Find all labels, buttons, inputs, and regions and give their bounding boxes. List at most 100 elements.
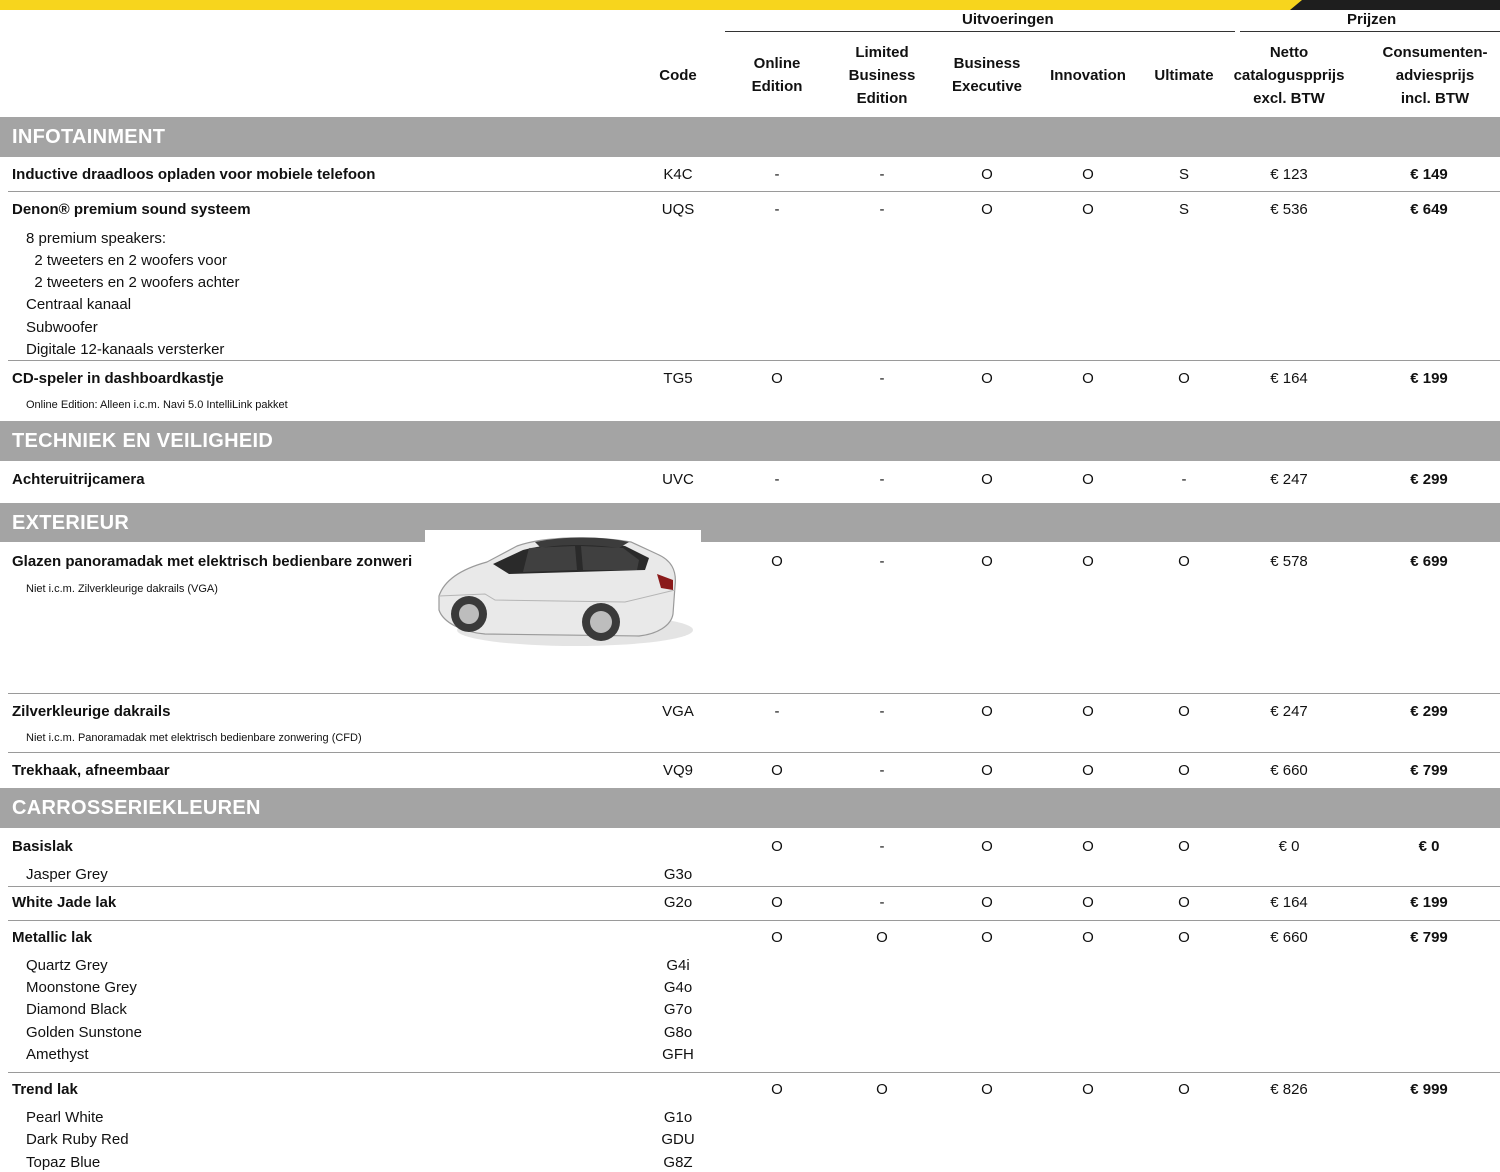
- availability-ultimate: S: [1178, 201, 1190, 218]
- availability-business-executive: O: [981, 370, 993, 387]
- consumer-price: € 199: [1410, 370, 1448, 387]
- net-price: € 660: [1270, 762, 1308, 779]
- option-note: Niet i.c.m. Panoramadak met elektrisch b…: [26, 732, 362, 744]
- option-name: CD-speler in dashboardkastje: [12, 370, 224, 387]
- availability-innovation: O: [1082, 929, 1094, 946]
- net-price: € 0: [1278, 838, 1300, 855]
- availability-online-edition: O: [771, 370, 783, 387]
- option-detail: 2 tweeters en 2 woofers voor: [26, 252, 227, 269]
- option-code: UQS: [661, 201, 695, 218]
- availability-online-edition: O: [771, 838, 783, 855]
- suv-with-panoramic-roof-illustration: [438, 537, 693, 646]
- net-price: € 247: [1270, 703, 1308, 720]
- color-code: G1o: [663, 1109, 693, 1126]
- col-header-limited-business-edition: Limited Business Edition: [848, 44, 916, 107]
- row-divider: [8, 693, 1500, 694]
- section-title: INFOTAINMENT: [12, 126, 166, 148]
- row-divider: [8, 752, 1500, 753]
- color-code: G8Z: [663, 1154, 693, 1171]
- availability-limited-business-edition: -: [879, 166, 885, 183]
- color-code: G4o: [663, 979, 693, 996]
- group-line-versions: [725, 31, 1235, 32]
- net-price: € 164: [1270, 894, 1308, 911]
- option-name: White Jade lak: [12, 894, 117, 911]
- availability-online-edition: O: [771, 1081, 783, 1098]
- net-price: € 826: [1270, 1081, 1308, 1098]
- option-code: VQ9: [662, 762, 694, 779]
- net-price: € 660: [1270, 929, 1308, 946]
- availability-limited-business-edition: -: [879, 471, 885, 488]
- availability-ultimate: O: [1178, 553, 1190, 570]
- availability-ultimate: O: [1178, 762, 1190, 779]
- color-name: Golden Sunstone: [26, 1024, 142, 1041]
- row-divider: [8, 886, 1500, 887]
- option-detail: Subwoofer: [26, 319, 98, 336]
- availability-limited-business-edition: -: [879, 370, 885, 387]
- row-divider: [8, 1072, 1500, 1073]
- availability-limited-business-edition: -: [879, 553, 885, 570]
- availability-innovation: O: [1082, 703, 1094, 720]
- availability-online-edition: -: [774, 471, 780, 488]
- availability-innovation: O: [1082, 471, 1094, 488]
- availability-ultimate: S: [1178, 166, 1190, 183]
- group-header-versions: Uitvoeringen: [962, 11, 1054, 28]
- consumer-price: € 799: [1410, 762, 1448, 779]
- availability-limited-business-edition: O: [876, 929, 888, 946]
- row-divider: [8, 920, 1500, 921]
- color-name: Topaz Blue: [26, 1154, 101, 1171]
- option-code: K4C: [663, 166, 693, 183]
- section-title: TECHNIEK EN VEILIGHEID: [12, 430, 274, 452]
- option-name: Trend lak: [12, 1081, 78, 1098]
- option-detail: 2 tweeters en 2 woofers achter: [26, 274, 240, 291]
- brand-accent-bar: [0, 0, 1500, 10]
- col-header-consumer-price: Consumenten-adviesprijs incl. BTW: [1382, 44, 1488, 107]
- net-price: € 123: [1270, 166, 1308, 183]
- availability-online-edition: O: [771, 553, 783, 570]
- availability-limited-business-edition: -: [879, 201, 885, 218]
- availability-innovation: O: [1082, 553, 1094, 570]
- availability-innovation: O: [1082, 201, 1094, 218]
- option-code: G2o: [663, 894, 693, 911]
- car-image: [425, 530, 701, 656]
- consumer-price: € 299: [1410, 471, 1448, 488]
- col-header-business-executive: Business Executive: [951, 55, 1023, 95]
- color-code: G4i: [666, 957, 690, 974]
- option-note: Online Edition: Alleen i.c.m. Navi 5.0 I…: [26, 399, 288, 411]
- availability-online-edition: -: [774, 201, 780, 218]
- option-detail: 8 premium speakers:: [26, 230, 167, 247]
- availability-business-executive: O: [981, 762, 993, 779]
- section-title: EXTERIEUR: [12, 512, 130, 534]
- option-name: Basislak: [12, 838, 73, 855]
- color-code: G7o: [663, 1001, 693, 1018]
- consumer-price: € 649: [1410, 201, 1448, 218]
- option-code: UVC: [662, 471, 694, 488]
- color-name: Pearl White: [26, 1109, 104, 1126]
- section-band-kleuren: CARROSSERIEKLEUREN: [0, 788, 1500, 828]
- section-band-infotainment: INFOTAINMENT: [0, 117, 1500, 157]
- color-name: Moonstone Grey: [26, 979, 137, 996]
- availability-online-edition: O: [771, 762, 783, 779]
- option-detail: Digitale 12-kanaals versterker: [26, 341, 225, 358]
- availability-limited-business-edition: -: [879, 703, 885, 720]
- consumer-price: € 199: [1410, 894, 1448, 911]
- availability-business-executive: O: [981, 1081, 993, 1098]
- availability-innovation: O: [1082, 894, 1094, 911]
- color-name: Diamond Black: [26, 1001, 127, 1018]
- availability-business-executive: O: [981, 471, 993, 488]
- availability-ultimate: O: [1178, 929, 1190, 946]
- availability-ultimate: O: [1178, 838, 1190, 855]
- consumer-price: € 149: [1410, 166, 1448, 183]
- option-code: VGA: [662, 703, 694, 720]
- availability-innovation: O: [1082, 166, 1094, 183]
- section-band-techniek: TECHNIEK EN VEILIGHEID: [0, 421, 1500, 461]
- availability-online-edition: -: [774, 166, 780, 183]
- section-band-exterieur: EXTERIEUR: [0, 503, 1500, 542]
- consumer-price: € 0: [1418, 838, 1440, 855]
- net-price: € 536: [1270, 201, 1308, 218]
- availability-online-edition: -: [774, 703, 780, 720]
- section-title: CARROSSERIEKLEUREN: [12, 797, 261, 819]
- net-price: € 578: [1270, 553, 1308, 570]
- availability-online-edition: O: [771, 894, 783, 911]
- availability-ultimate: O: [1178, 894, 1190, 911]
- col-header-online-edition: Online Edition: [751, 55, 803, 95]
